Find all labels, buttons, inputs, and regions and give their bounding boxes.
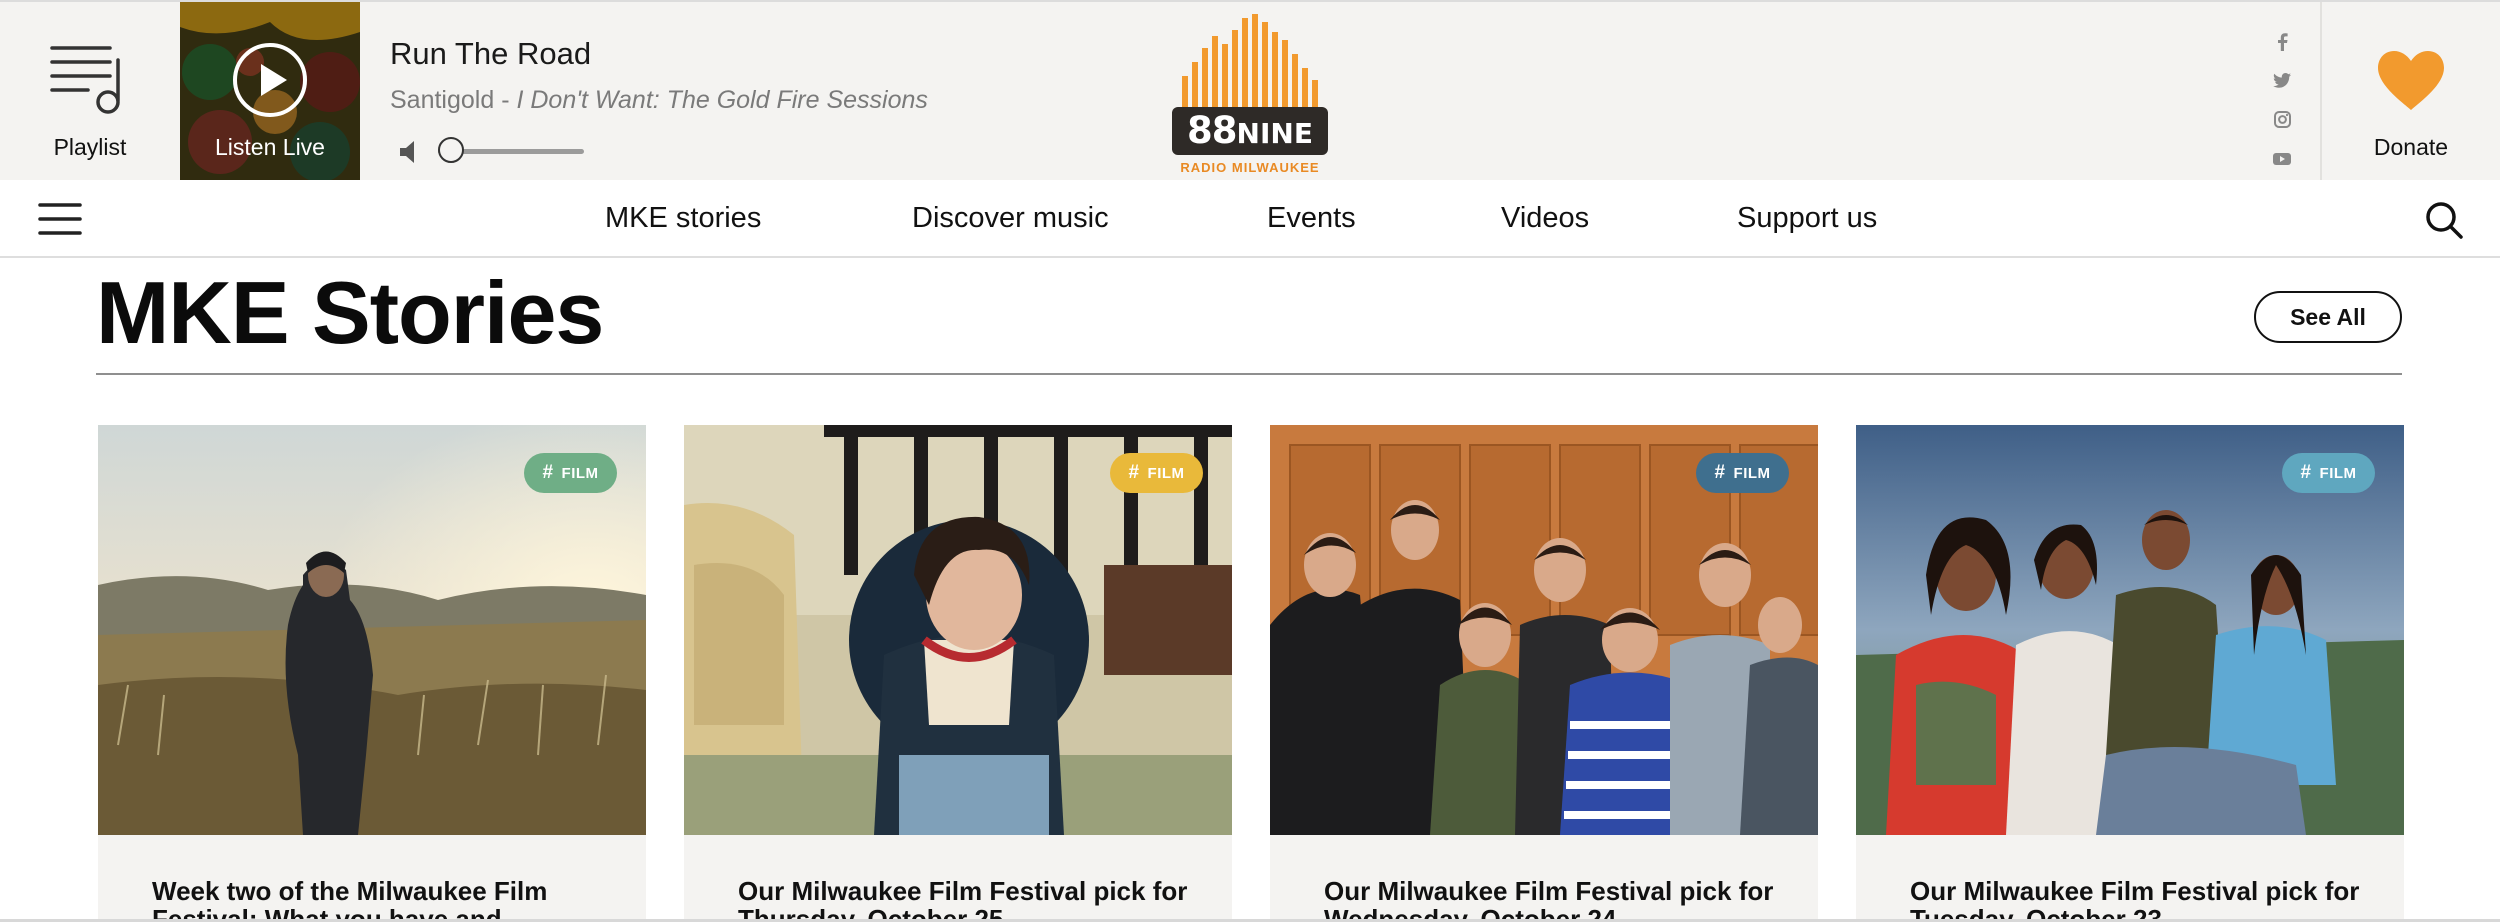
player-bar: Playlist Listen Live Run The Road Santig… (0, 0, 2500, 182)
nav-events[interactable]: Events (1267, 202, 1356, 235)
tag-label: FILM (561, 464, 599, 482)
see-all-button[interactable]: See All (2254, 291, 2402, 343)
logo-nine: NINE (1236, 117, 1313, 150)
logo-wordmark: 88NINE (1172, 107, 1328, 155)
track-title: Run The Road (390, 36, 592, 71)
menu-icon[interactable] (38, 202, 82, 236)
donate-label: Donate (2373, 134, 2449, 160)
film-tag[interactable]: # FILM (2282, 453, 2375, 493)
logo-88: 88 (1187, 109, 1237, 152)
search-icon[interactable] (2424, 200, 2464, 240)
now-playing: Run The Road Santigold - I Don't Want: T… (390, 36, 928, 115)
story-card[interactable]: # FILM Our Milwaukee Film Festival pick f… (1856, 425, 2404, 922)
facebook-icon[interactable] (2270, 22, 2294, 61)
listen-live-button[interactable]: Listen Live (180, 2, 360, 182)
logo-bars-icon (1182, 14, 1318, 110)
film-tag[interactable]: # FILM (1696, 453, 1789, 493)
story-card[interactable]: # FILM Our Milwaukee Film Festival pick f… (1270, 425, 1818, 922)
nav-videos[interactable]: Videos (1501, 202, 1589, 235)
volume-knob[interactable] (438, 137, 464, 163)
main-nav: MKE stories Discover music Events Videos… (0, 180, 2500, 258)
tag-label: FILM (1733, 464, 1771, 482)
story-card[interactable]: # FILM Week two of the Milwaukee Film Fes… (98, 425, 646, 922)
hashtag-icon: # (2300, 462, 2312, 483)
story-card[interactable]: # FILM Our Milwaukee Film Festival pick f… (684, 425, 1232, 922)
hashtag-icon: # (542, 462, 554, 483)
instagram-icon[interactable] (2270, 100, 2294, 139)
section-title: MKE Stories (96, 263, 604, 362)
social-links (2270, 22, 2294, 178)
film-tag[interactable]: # FILM (1110, 453, 1203, 493)
story-title[interactable]: Our Milwaukee Film Festival pick for Thu… (738, 877, 1188, 922)
logo-tagline: RADIO MILWAUKEE (1180, 160, 1320, 175)
twitter-icon[interactable] (2270, 61, 2294, 100)
hashtag-icon: # (1714, 462, 1726, 483)
heart-icon (2378, 51, 2444, 110)
playlist-button[interactable]: Playlist (0, 2, 180, 182)
meta-separator: - (494, 86, 517, 114)
speaker-icon[interactable] (398, 139, 420, 165)
story-title[interactable]: Our Milwaukee Film Festival pick for Tue… (1910, 877, 2360, 922)
story-title[interactable]: Week two of the Milwaukee Film Festival:… (152, 877, 602, 922)
nav-discover-music[interactable]: Discover music (912, 202, 1109, 235)
playlist-label: Playlist (53, 134, 127, 160)
film-tag[interactable]: # FILM (524, 453, 617, 493)
nav-mke-stories[interactable]: MKE stories (605, 202, 761, 235)
hashtag-icon: # (1128, 462, 1140, 483)
donate-button[interactable]: Donate (2322, 2, 2500, 182)
story-title[interactable]: Our Milwaukee Film Festival pick for Wed… (1324, 877, 1774, 922)
track-meta: Santigold - I Don't Want: The Gold Fire … (390, 86, 928, 115)
section-divider (96, 373, 2402, 375)
nav-support-us[interactable]: Support us (1737, 202, 1877, 235)
tag-label: FILM (1147, 464, 1185, 482)
site-logo[interactable]: 88NINE RADIO MILWAUKEE (1168, 14, 1332, 175)
tag-label: FILM (2319, 464, 2357, 482)
listen-live-label: Listen Live (215, 134, 325, 160)
youtube-icon[interactable] (2270, 139, 2294, 178)
play-icon[interactable] (232, 42, 308, 118)
playlist-icon (50, 46, 120, 114)
album-name: I Don't Want: The Gold Fire Sessions (516, 86, 928, 114)
artist-name: Santigold (390, 86, 495, 114)
